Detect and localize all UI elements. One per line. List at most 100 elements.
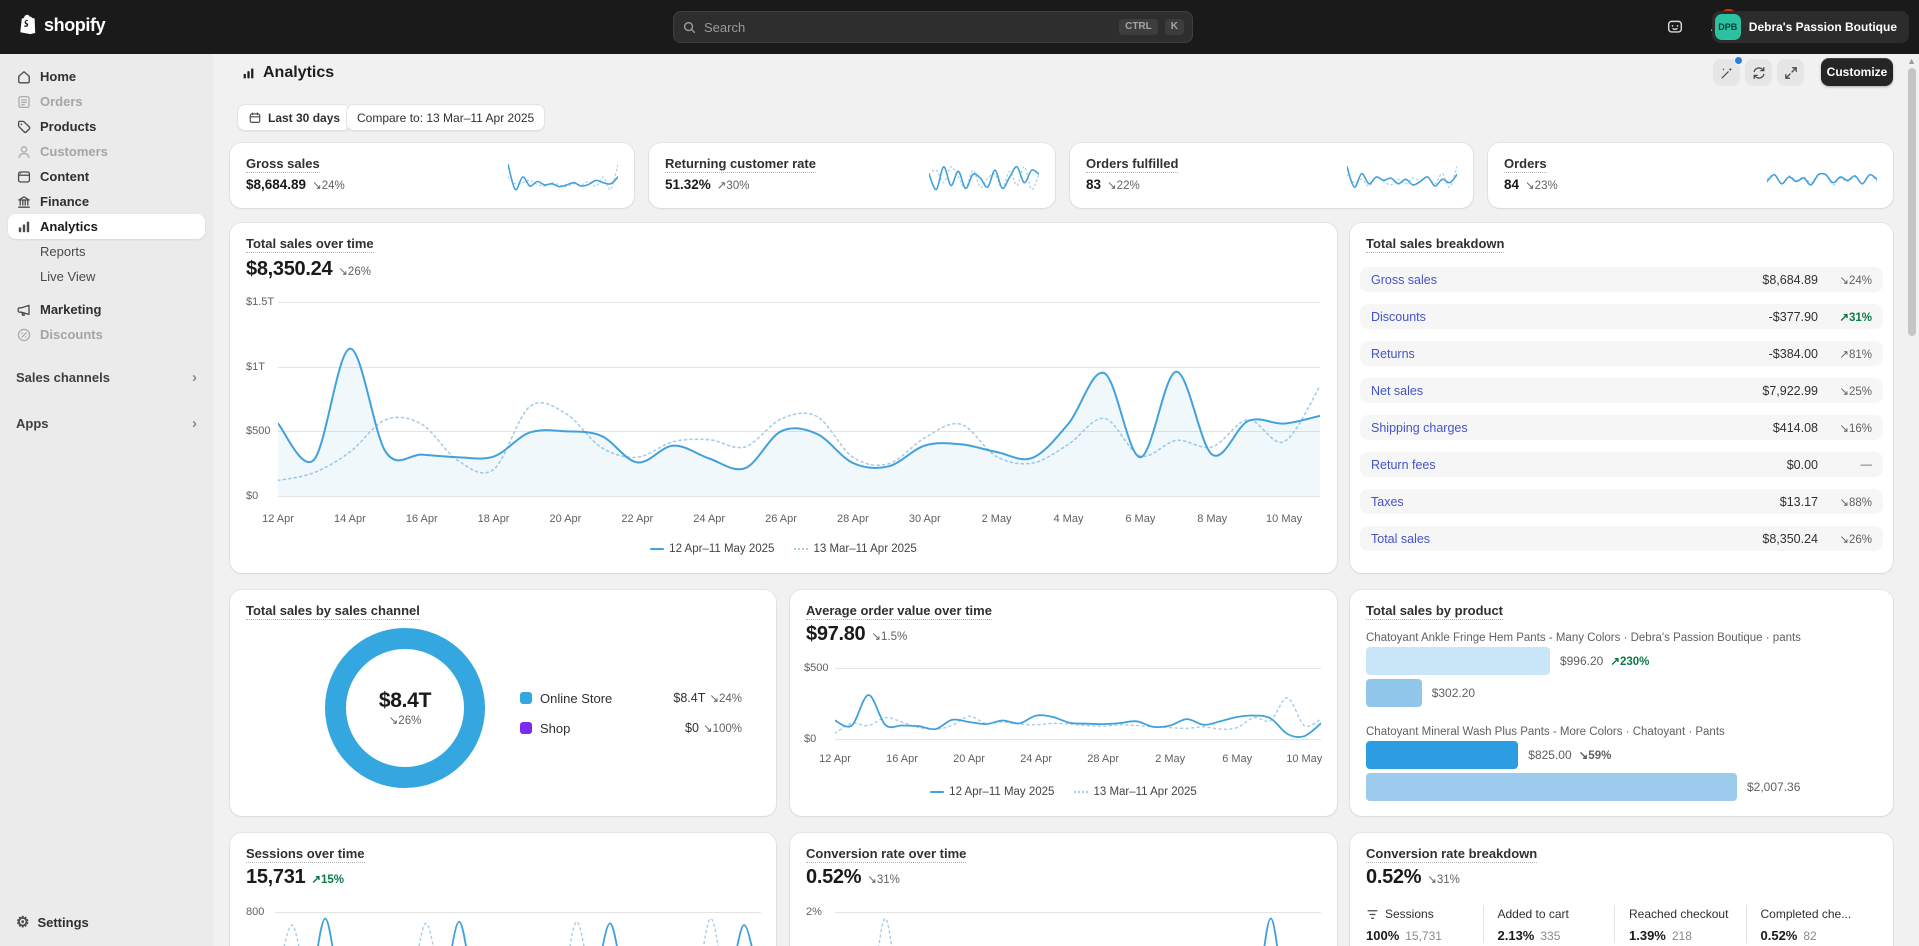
total-sales-by-channel-card[interactable]: Total sales by sales channel $8.4T ↘26% … — [230, 590, 776, 816]
metric-link[interactable]: Gross sales — [1371, 273, 1762, 287]
x-axis-tick: 12 Apr — [262, 513, 294, 525]
chevron-right-icon: › — [192, 369, 197, 386]
bar-current[interactable] — [1366, 647, 1550, 675]
shopify-logo[interactable]: shopify — [16, 13, 105, 37]
metric-link[interactable]: Shipping charges — [1371, 421, 1773, 435]
x-axis: 12 Apr16 Apr20 Apr24 Apr28 Apr2 May6 May… — [835, 753, 1321, 767]
metric-link[interactable]: Net sales — [1371, 384, 1762, 398]
account-menu[interactable]: DPB Debra's Passion Boutique — [1712, 11, 1909, 43]
sidebar-item-orders[interactable]: Orders — [8, 89, 205, 114]
metric-card-orders[interactable]: Orders 84 ↘23% — [1488, 143, 1893, 208]
metric-link[interactable]: Return fees — [1371, 458, 1787, 472]
gear-icon: ⚙ — [16, 915, 29, 930]
metric-link[interactable]: Taxes — [1371, 495, 1780, 509]
x-axis: 12 Apr14 Apr16 Apr18 Apr20 Apr22 Apr24 A… — [278, 513, 1320, 527]
total-sales-by-product-card[interactable]: Total sales by product Chatoyant Ankle F… — [1350, 590, 1893, 816]
magic-insights-button[interactable] — [1713, 59, 1740, 86]
chart-title: Total sales over time — [246, 236, 374, 253]
metric-delta: ↗30% — [717, 178, 750, 192]
chart-title: Conversion rate over time — [806, 846, 966, 863]
funnel-step-completed-checkout: Completed che... 0.52%82 — [1746, 905, 1878, 943]
solid-line-swatch — [650, 548, 664, 550]
conversion-funnel: Sessions 100%15,731 Added to cart 2.13%3… — [1366, 905, 1877, 943]
bar-previous[interactable] — [1366, 679, 1422, 707]
bar-previous[interactable] — [1366, 773, 1737, 801]
sidebar-item-live-view[interactable]: Live View — [8, 264, 205, 289]
sidebar-item-label: Content — [40, 169, 89, 184]
y-axis-label: $500 — [246, 425, 270, 437]
table-row: Returns -$384.00 ↗81% — [1360, 341, 1883, 366]
legend-item-shop: Shop $0↘100% — [520, 717, 742, 739]
metric-delta: ↘22% — [1107, 178, 1140, 192]
scroll-up-arrow[interactable]: ▲ — [1907, 56, 1916, 66]
table-title: Total sales breakdown — [1366, 236, 1504, 253]
sparkline-chart — [929, 160, 1039, 194]
sidebar-item-marketing[interactable]: Marketing — [8, 297, 205, 322]
conversion-rate-over-time-card[interactable]: Conversion rate over time 0.52% ↘31% 2% — [790, 833, 1337, 946]
sidebar-item-reports[interactable]: Reports — [8, 239, 205, 264]
sparkline-chart — [1347, 160, 1457, 194]
sessions-over-time-card[interactable]: Sessions over time 15,731 ↗15% 800 — [230, 833, 776, 946]
metric-value: 83 — [1086, 177, 1101, 192]
date-range-button[interactable]: Last 30 days — [237, 104, 351, 131]
sidebar-item-settings[interactable]: ⚙ Settings — [8, 908, 205, 936]
products-tag-icon — [16, 119, 32, 135]
sessions-line-chart — [275, 912, 761, 946]
metric-card-gross-sales[interactable]: Gross sales $8,684.89 ↘24% — [230, 143, 634, 208]
sidebar-item-products[interactable]: Products — [8, 114, 205, 139]
sidebar-item-home[interactable]: Home — [8, 64, 205, 89]
chart-delta: ↘31% — [1427, 872, 1460, 886]
sidebar-section-sales-channels[interactable]: Sales channels › — [8, 365, 205, 390]
inbox-button[interactable] — [1661, 13, 1689, 41]
conversion-rate-breakdown-card[interactable]: Conversion rate breakdown 0.52% ↘31% Ses… — [1350, 833, 1893, 946]
table-row: Total sales $8,350.24 ↘26% — [1360, 526, 1883, 551]
fullscreen-button[interactable] — [1777, 59, 1804, 86]
shop-swatch — [520, 722, 532, 734]
metric-link[interactable]: Returns — [1371, 347, 1769, 361]
metric-link[interactable]: Discounts — [1371, 310, 1769, 324]
scrollbar-thumb[interactable] — [1908, 68, 1916, 336]
content-icon — [16, 169, 32, 185]
sidebar-item-customers[interactable]: Customers — [8, 139, 205, 164]
sidebar-item-label: Finance — [40, 194, 89, 209]
analytics-bars-icon — [16, 219, 32, 235]
legend-previous: 13 Mar–11 Apr 2025 — [794, 543, 916, 555]
search-input[interactable] — [704, 20, 1112, 35]
chart-value: 0.52% — [806, 866, 861, 889]
store-name: Debra's Passion Boutique — [1749, 20, 1897, 34]
bar-current[interactable] — [1366, 741, 1518, 769]
funnel-icon — [1366, 908, 1379, 921]
sidebar-item-label: Customers — [40, 144, 108, 159]
analytics-icon — [241, 66, 256, 81]
page-title: Analytics — [241, 64, 334, 82]
sidebar-item-label: Products — [40, 119, 96, 134]
sidebar-item-analytics[interactable]: Analytics — [8, 214, 205, 239]
metric-delta: ↘24% — [312, 178, 345, 192]
cycle-arrows-icon — [1751, 65, 1767, 81]
sidebar-item-label: Orders — [40, 94, 83, 109]
global-search[interactable]: CTRL K — [673, 11, 1193, 43]
total-sales-over-time-card[interactable]: Total sales over time $8,350.24 ↘26% $1.… — [230, 223, 1337, 573]
finance-bank-icon — [16, 194, 32, 210]
metric-card-returning-customer-rate[interactable]: Returning customer rate 51.32% ↗30% — [649, 143, 1055, 208]
metric-card-orders-fulfilled[interactable]: Orders fulfilled 83 ↘22% — [1070, 143, 1473, 208]
home-icon — [16, 69, 32, 85]
conversion-line-chart — [835, 912, 1321, 946]
metric-link[interactable]: Total sales — [1371, 532, 1762, 546]
average-order-value-card[interactable]: Average order value over time $97.80 ↘1.… — [790, 590, 1337, 816]
table-row: Return fees $0.00 — — [1360, 452, 1883, 477]
compare-to-button[interactable]: Compare to: 13 Mar–11 Apr 2025 — [346, 104, 545, 131]
customize-button[interactable]: Customize — [1821, 58, 1893, 86]
table-row: Net sales $7,922.99 ↘25% — [1360, 378, 1883, 403]
sidebar-section-apps[interactable]: Apps › — [8, 411, 205, 436]
sidebar-item-content[interactable]: Content — [8, 164, 205, 189]
sidebar-item-label: Reports — [40, 244, 86, 259]
funnel-step-sessions: Sessions 100%15,731 — [1366, 905, 1483, 943]
refresh-cycle-button[interactable] — [1745, 59, 1772, 86]
sidebar-item-finance[interactable]: Finance — [8, 189, 205, 214]
legend-previous: 13 Mar–11 Apr 2025 — [1074, 786, 1196, 798]
donut-center-delta: ↘26% — [389, 713, 422, 727]
x-axis-tick: 10 May — [1266, 513, 1302, 525]
sidebar-item-discounts[interactable]: Discounts — [8, 322, 205, 347]
chevron-right-icon: › — [192, 415, 197, 432]
